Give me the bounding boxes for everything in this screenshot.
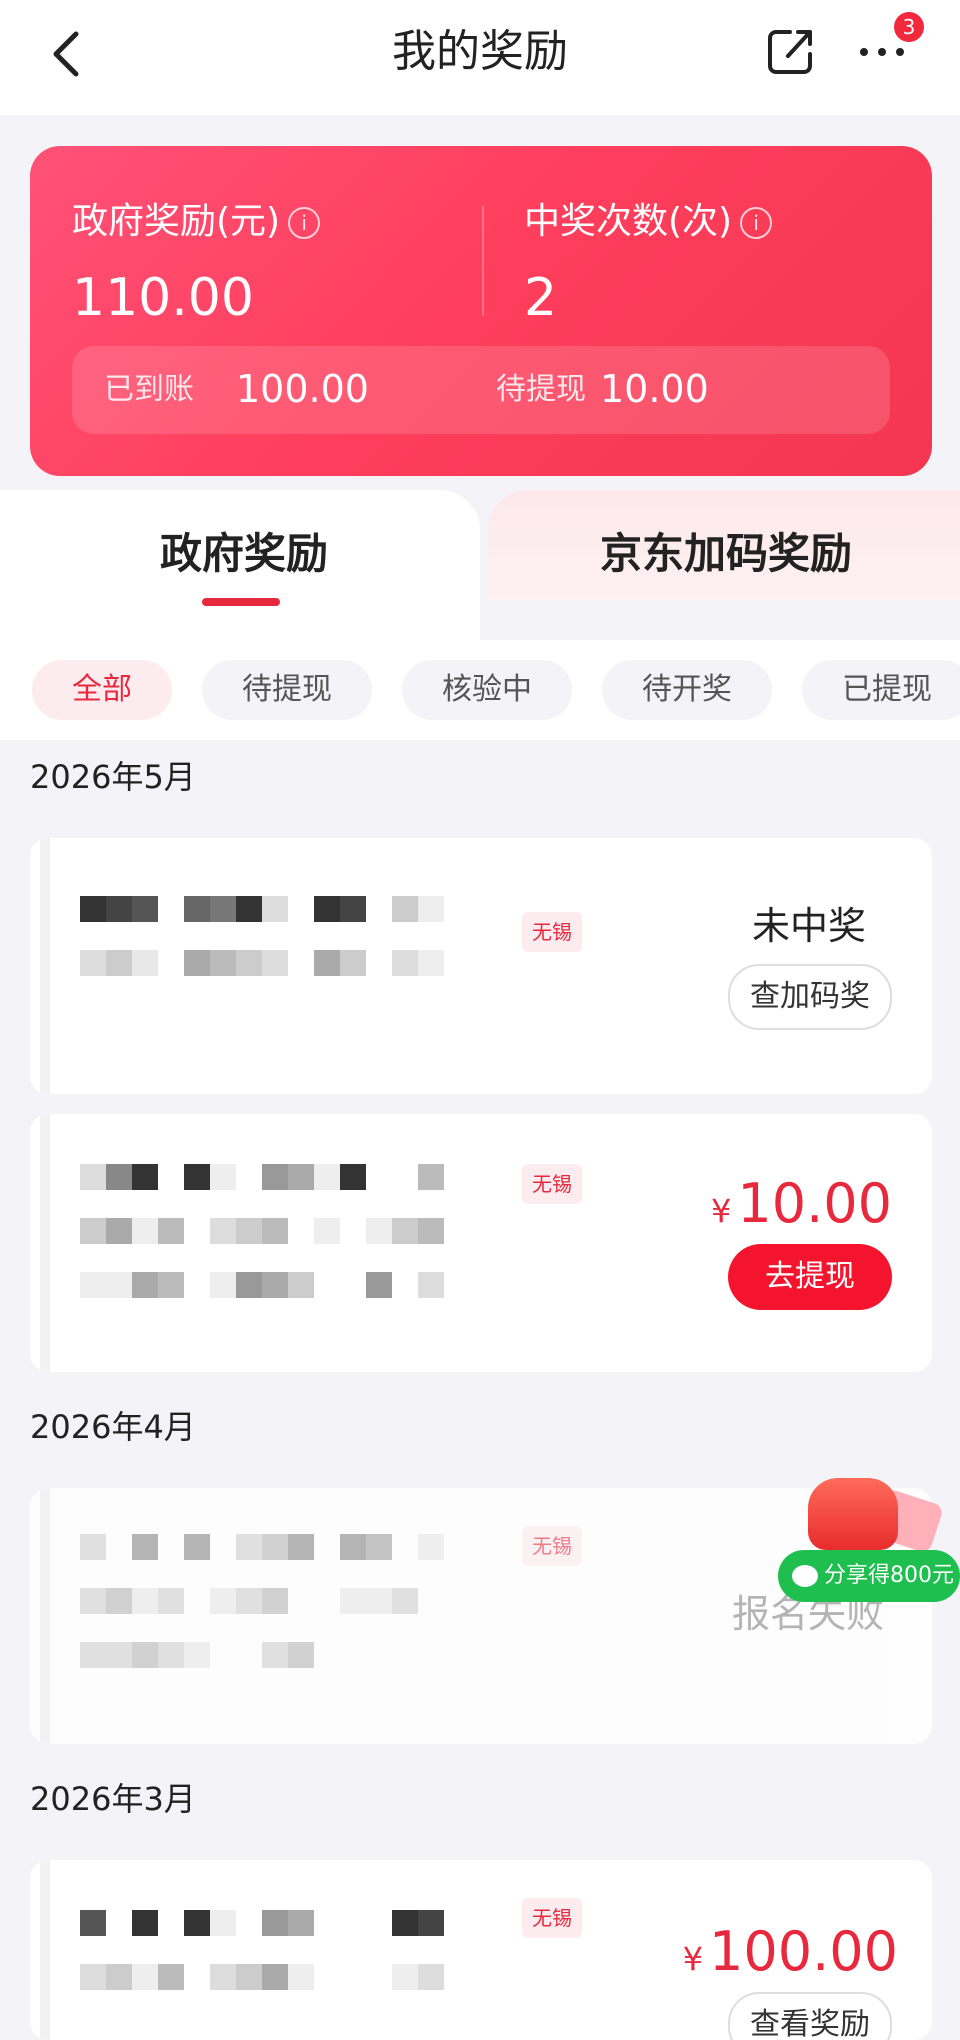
card-accent-bar [40, 1860, 50, 2040]
filter-withdrawn[interactable]: 已提现 [802, 660, 960, 720]
reward-card[interactable]: 无锡 ¥100.00 查看奖励 [30, 1860, 932, 2040]
redacted-content [80, 1534, 540, 1696]
amount-value: 100.00 [709, 1920, 898, 1983]
reward-amount: ¥10.00 [711, 1172, 892, 1243]
month-header: 2026年5月 [30, 758, 196, 796]
region-tag: 无锡 [522, 1898, 582, 1938]
view-reward-button[interactable]: 查看奖励 [728, 1992, 892, 2040]
gift-bag-icon [808, 1478, 898, 1550]
share-promo-floating[interactable]: 分享得800元 [778, 1478, 960, 1610]
card-accent-bar [40, 1488, 50, 1744]
filter-verifying[interactable]: 核验中 [402, 660, 572, 720]
received-label: 已到账 [104, 372, 194, 407]
month-header: 2026年3月 [30, 1780, 196, 1818]
page-title: 我的奖励 [392, 26, 568, 77]
wechat-icon [792, 1565, 818, 1587]
currency-symbol: ¥ [711, 1192, 732, 1230]
pending-value: 10.00 [600, 367, 709, 411]
win-count-label: 中奖次数(次) i [524, 198, 773, 246]
redacted-content [80, 1910, 540, 2018]
region-tag: 无锡 [522, 912, 582, 952]
filter-pending-withdraw[interactable]: 待提现 [202, 660, 372, 720]
redacted-content [80, 896, 540, 1004]
check-bonus-button[interactable]: 查加码奖 [728, 964, 892, 1030]
reward-card[interactable]: 无锡 未中奖 查加码奖 [30, 838, 932, 1094]
summary-divider [482, 206, 484, 316]
status-filters: 全部 待提现 核验中 待开奖 已提现 [0, 640, 960, 740]
gov-reward-label: 政府奖励(元) i [72, 198, 321, 246]
win-count-value: 2 [524, 268, 558, 328]
received-value: 100.00 [236, 367, 369, 411]
withdraw-button[interactable]: 去提现 [728, 1244, 892, 1310]
share-promo-label: 分享得800元 [824, 1563, 954, 1588]
status-text: 未中奖 [751, 904, 866, 948]
reward-summary-card: 政府奖励(元) i 110.00 中奖次数(次) i 2 已到账 100.00 待提… [30, 146, 932, 476]
card-accent-bar [40, 838, 50, 1094]
tab-gov-reward-label: 政府奖励 [160, 529, 329, 578]
tab-active-indicator [202, 598, 280, 606]
region-tag: 无锡 [522, 1526, 582, 1566]
share-icon[interactable] [766, 26, 816, 76]
reward-tabs: 京东加码奖励 政府奖励 [0, 490, 960, 640]
notification-badge: 3 [894, 12, 924, 42]
tab-gov-reward[interactable]: 政府奖励 [0, 490, 480, 640]
reward-card[interactable]: 无锡 ¥10.00 去提现 [30, 1114, 932, 1372]
pending-label: 待提现 [496, 372, 586, 407]
filter-pending-draw[interactable]: 待开奖 [602, 660, 772, 720]
amount-value: 10.00 [737, 1172, 892, 1235]
balance-breakdown: 已到账 100.00 待提现 10.00 [72, 346, 890, 434]
gov-reward-value: 110.00 [72, 268, 254, 328]
info-icon[interactable]: i [288, 207, 321, 239]
share-promo-pill[interactable]: 分享得800元 [778, 1550, 960, 1602]
filter-all[interactable]: 全部 [32, 660, 172, 720]
tab-jd-reward[interactable]: 京东加码奖励 [488, 490, 960, 600]
top-bar: 我的奖励 3 [0, 0, 960, 115]
currency-symbol: ¥ [682, 1940, 704, 1978]
tab-jd-reward-label: 京东加码奖励 [600, 529, 853, 578]
gov-reward-label-text: 政府奖励(元) [72, 201, 281, 242]
month-header: 2026年4月 [30, 1408, 196, 1446]
region-tag: 无锡 [522, 1164, 582, 1204]
reward-amount: ¥100.00 [683, 1920, 898, 1991]
redacted-content [80, 1164, 540, 1326]
win-count-label-text: 中奖次数(次) [524, 201, 733, 242]
info-icon[interactable]: i [740, 207, 773, 239]
card-accent-bar [40, 1114, 50, 1372]
